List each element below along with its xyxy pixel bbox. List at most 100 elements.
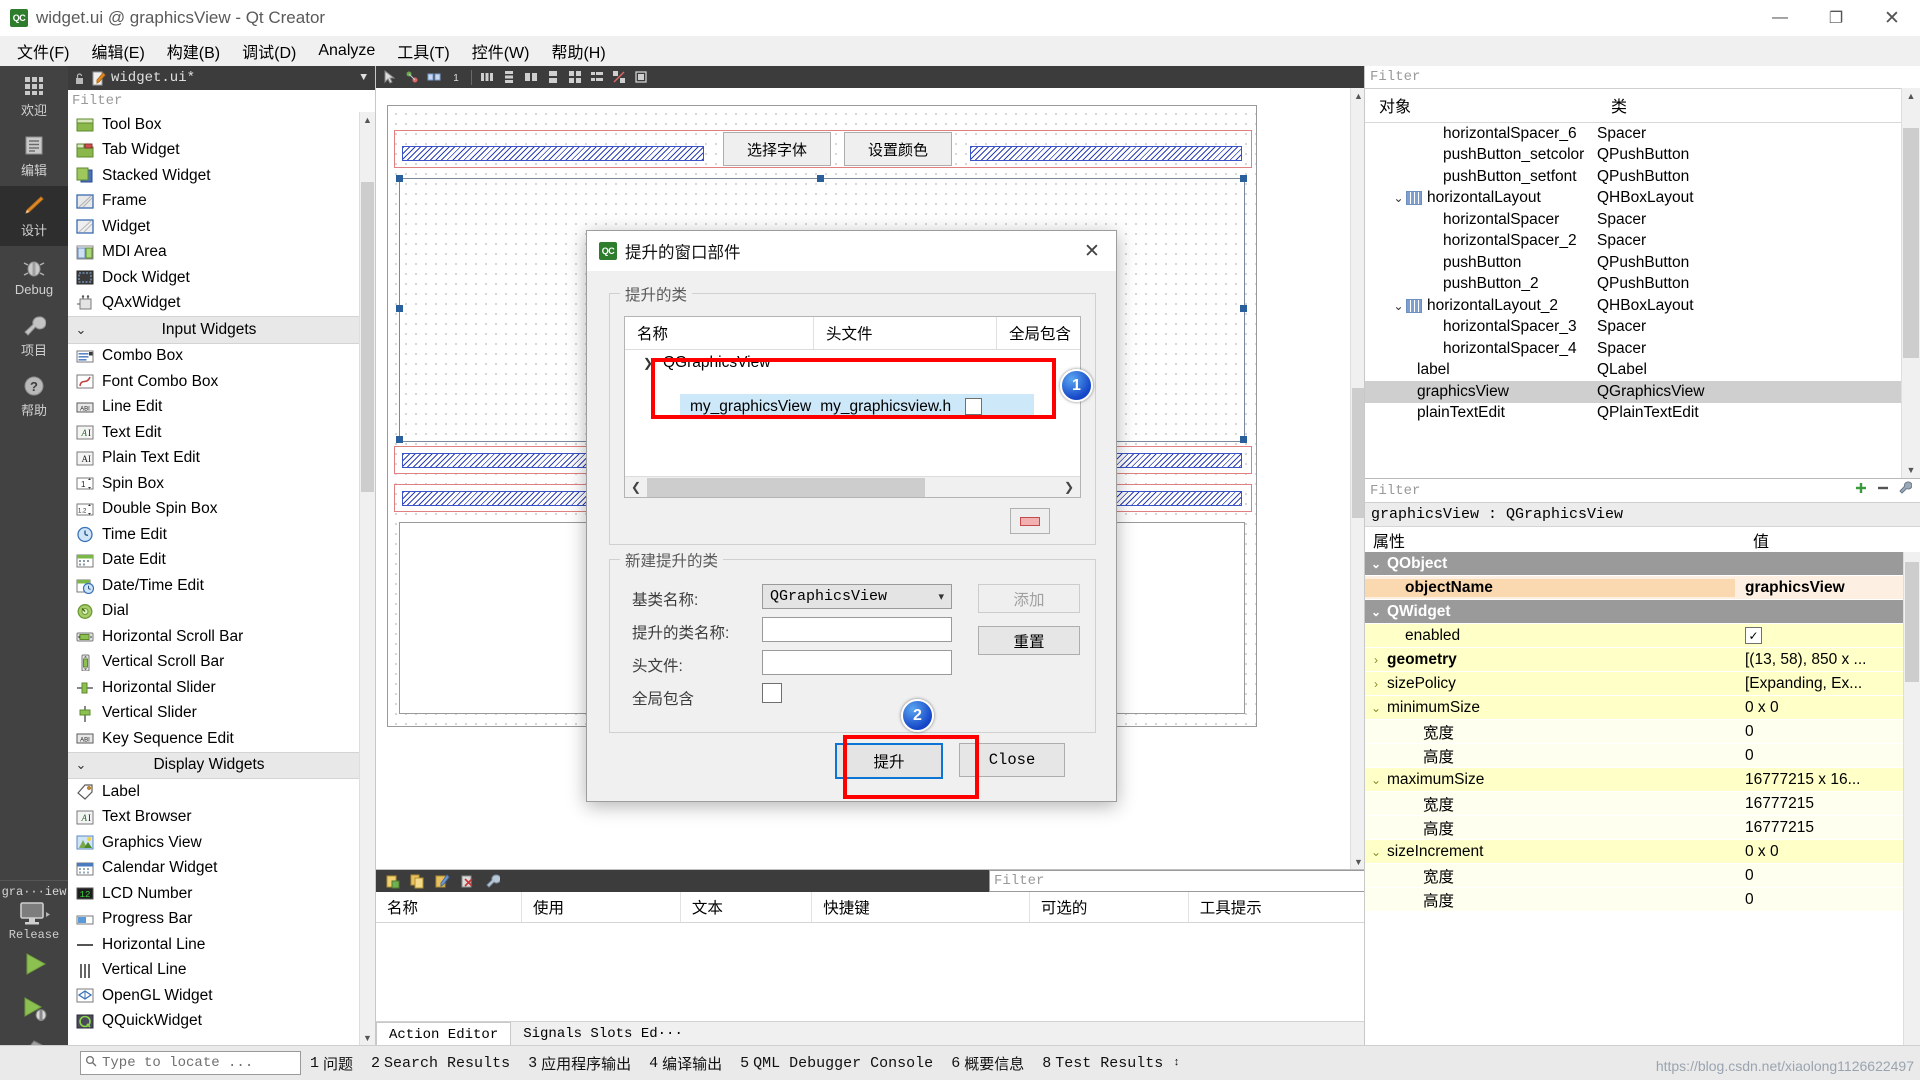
widget-item-double-spin-box[interactable]: 1.2Double Spin Box — [68, 497, 360, 523]
maximize-button[interactable]: ❐ — [1808, 0, 1864, 36]
header-file-input[interactable] — [762, 650, 952, 675]
mode-debug[interactable]: Debug — [0, 246, 68, 306]
oi-scroll-down-icon[interactable]: ▼ — [1902, 462, 1920, 478]
chevron-down-icon[interactable]: ▼ — [360, 72, 375, 84]
dialog-close-icon[interactable]: ✕ — [1068, 231, 1116, 271]
widget-item-progress-bar[interactable]: Progress Bar — [68, 907, 360, 933]
object-row-horizontalSpacer_6[interactable]: horizontalSpacer_6Spacer — [1365, 123, 1902, 145]
oi-col-object[interactable]: 对象 — [1365, 93, 1601, 117]
promote-col-name[interactable]: 名称 — [625, 317, 814, 349]
edit-signals-icon[interactable] — [402, 68, 422, 86]
widget-item-vertical-slider[interactable]: Vertical Slider — [68, 701, 360, 727]
resize-handle-ml[interactable] — [396, 305, 403, 312]
action-editor-filter[interactable]: Filter — [989, 870, 1365, 892]
action-settings-icon[interactable] — [482, 872, 502, 890]
col-shortcut[interactable]: 快捷键 — [812, 892, 1030, 922]
wrench-icon[interactable] — [1898, 481, 1912, 500]
property-row-高度[interactable]: 高度0 — [1365, 744, 1904, 768]
chevron-right-icon[interactable]: › — [1365, 653, 1387, 667]
form-scroll-thumb[interactable] — [1352, 388, 1364, 518]
promoted-table-hscrollbar[interactable]: ❮ ❯ — [625, 476, 1080, 497]
mode-welcome[interactable]: 欢迎 — [0, 66, 68, 126]
property-row-geometry[interactable]: ›geometry[(13, 58), 850 x ... — [1365, 648, 1904, 672]
horizontalSpacer[interactable] — [402, 146, 704, 161]
edit-action-icon[interactable] — [432, 872, 452, 890]
menu-build[interactable]: 构建(B) — [156, 35, 231, 67]
edit-widgets-icon[interactable] — [380, 68, 400, 86]
promote-widget-dialog[interactable]: QC 提升的窗口部件 ✕ 提升的类 名称 头文件 全局包含 ❯ QGraphic… — [586, 230, 1117, 802]
property-row-enabled[interactable]: enabled✓ — [1365, 624, 1904, 648]
widget-list[interactable]: Tool BoxTab WidgetStacked WidgetFrameWid… — [68, 112, 360, 1046]
object-row-horizontalSpacer_3[interactable]: horizontalSpacer_3Spacer — [1365, 317, 1902, 339]
pe-col-property[interactable]: 属性 — [1365, 528, 1743, 552]
property-row-QObject[interactable]: ⌄QObject — [1365, 552, 1904, 576]
copy-action-icon[interactable] — [407, 872, 427, 890]
kit-run-config[interactable]: Release — [0, 901, 68, 942]
widget-category-input-widgets[interactable]: ⌄Input Widgets — [68, 316, 360, 344]
widget-item-horizontal-slider[interactable]: Horizontal Slider — [68, 675, 360, 701]
col-used[interactable]: 使用 — [522, 892, 681, 922]
hscroll-left-icon[interactable]: ❮ — [625, 478, 647, 497]
widget-category-display-widgets[interactable]: ⌄Display Widgets — [68, 752, 360, 780]
widget-item-qquickwidget[interactable]: QQuickWidget — [68, 1009, 360, 1035]
chevron-down-icon[interactable]: ⌄ — [68, 322, 94, 338]
promote-col-header[interactable]: 头文件 — [814, 317, 997, 349]
widget-item-opengl-widget[interactable]: OpenGL Widget — [68, 983, 360, 1009]
oi-col-class[interactable]: 类 — [1601, 93, 1627, 117]
widget-item-label[interactable]: Label — [68, 779, 360, 805]
minimize-button[interactable]: — — [1752, 0, 1808, 36]
promoted-class-name-input[interactable] — [762, 617, 952, 642]
widget-item-plain-text-edit[interactable]: AIPlain Text Edit — [68, 446, 360, 472]
form-vertical-scrollbar[interactable]: ▲ ▼ — [1350, 88, 1365, 870]
widget-item-spin-box[interactable]: 1Spin Box — [68, 471, 360, 497]
mode-projects[interactable]: 项目 — [0, 306, 68, 366]
edit-buddies-icon[interactable] — [424, 68, 444, 86]
resize-handle-tc[interactable] — [817, 175, 824, 182]
object-row-pushButton[interactable]: pushButtonQPushButton — [1365, 252, 1902, 274]
resize-handle-tr[interactable] — [1240, 175, 1247, 182]
widget-item-time-edit[interactable]: Time Edit — [68, 522, 360, 548]
object-row-pushButton_2[interactable]: pushButton_2QPushButton — [1365, 274, 1902, 296]
mode-help[interactable]: ? 帮助 — [0, 366, 68, 426]
mode-edit[interactable]: 编辑 — [0, 126, 68, 186]
property-value-checkbox[interactable]: ✓ — [1745, 627, 1762, 644]
promote-col-global[interactable]: 全局包含 — [997, 317, 1080, 349]
adjust-size-icon[interactable] — [631, 68, 651, 86]
widget-box-scrollbar[interactable]: ▲ ▼ — [359, 112, 375, 1046]
object-row-horizontalLayout_2[interactable]: ⌄horizontalLayout_2QHBoxLayout — [1365, 295, 1902, 317]
delete-action-icon[interactable] — [457, 872, 477, 890]
file-tab-label[interactable]: widget.ui* — [111, 70, 195, 86]
global-include-checkbox[interactable] — [762, 683, 782, 703]
pushButton-setfont[interactable]: 选择字体 — [723, 132, 831, 166]
widget-item-qaxwidget[interactable]: QAxWidget — [68, 291, 360, 317]
debug-button[interactable] — [0, 986, 68, 1030]
widget-box-scroll-thumb[interactable] — [361, 182, 374, 492]
property-row-minimumSize[interactable]: ⌄minimumSize0 x 0 — [1365, 696, 1904, 720]
menu-help[interactable]: 帮助(H) — [540, 35, 616, 67]
object-row-label[interactable]: labelQLabel — [1365, 360, 1902, 382]
col-checkable[interactable]: 可选的 — [1030, 892, 1189, 922]
scroll-down-icon[interactable]: ▼ — [360, 1030, 375, 1046]
resize-handle-br[interactable] — [1240, 436, 1247, 443]
chevron-down-icon[interactable]: ⌄ — [1365, 701, 1387, 715]
chevron-right-icon[interactable]: › — [1365, 677, 1387, 691]
chevron-down-icon[interactable]: ▾ — [938, 590, 951, 604]
widget-item-tab-widget[interactable]: Tab Widget — [68, 138, 360, 164]
plus-icon[interactable] — [1854, 481, 1868, 500]
new-action-icon[interactable] — [382, 872, 402, 890]
scroll-up-icon[interactable]: ▲ — [360, 112, 375, 128]
status-item-issues[interactable]: 1 问题 — [301, 1053, 362, 1074]
pe-scroll-thumb[interactable] — [1905, 562, 1919, 682]
property-row-宽度[interactable]: 宽度16777215 — [1365, 792, 1904, 816]
break-layout-icon[interactable] — [609, 68, 629, 86]
object-row-pushButton_setcolor[interactable]: pushButton_setcolorQPushButton — [1365, 145, 1902, 167]
menu-analyze[interactable]: Analyze — [307, 38, 386, 64]
menu-debug[interactable]: 调试(D) — [231, 35, 307, 67]
locator-input[interactable]: Type to locate ... — [80, 1051, 301, 1075]
property-row-QWidget[interactable]: ⌄QWidget — [1365, 600, 1904, 624]
widget-item-lcd-number[interactable]: 12LCD Number — [68, 881, 360, 907]
status-item-test-results[interactable]: 8 Test Results ↕ — [1033, 1055, 1189, 1072]
remove-promoted-class-button[interactable] — [1010, 508, 1050, 534]
horizontalSpacer_6[interactable] — [970, 146, 1242, 161]
resize-handle-tl[interactable] — [396, 175, 403, 182]
